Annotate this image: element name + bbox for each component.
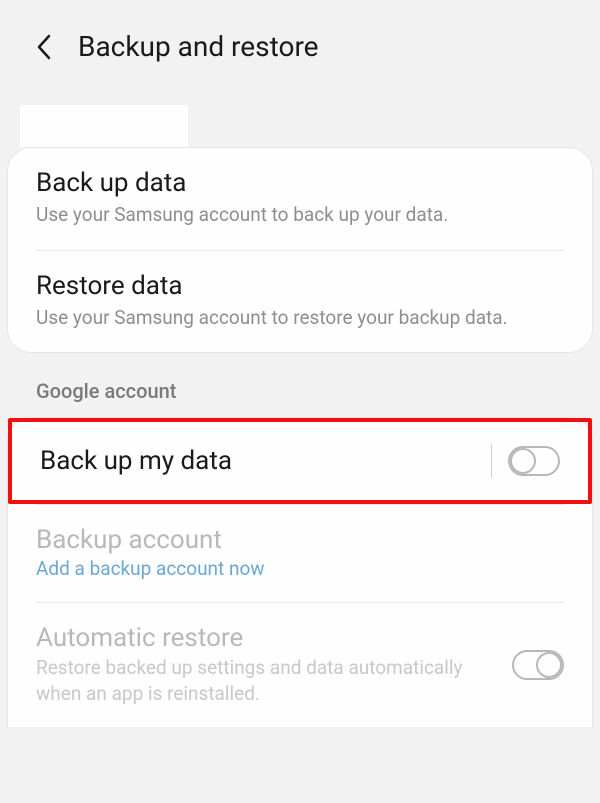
restore-data-title: Restore data	[36, 271, 564, 301]
toggle-container	[491, 444, 560, 478]
add-backup-account-link[interactable]: Add a backup account now	[36, 557, 564, 580]
header-bar: Backup and restore	[0, 0, 600, 93]
backup-data-title: Back up data	[36, 168, 564, 198]
toggle-knob-icon	[536, 652, 562, 678]
automatic-restore-item[interactable]: Automatic restore Restore backed up sett…	[8, 603, 592, 726]
toggle-separator	[491, 444, 492, 478]
toggle-knob-icon	[510, 448, 536, 474]
blank-tab-area	[20, 105, 188, 147]
automatic-restore-title: Automatic restore	[36, 623, 496, 653]
backup-data-subtitle: Use your Samsung account to back up your…	[36, 202, 564, 228]
automatic-restore-toggle[interactable]	[512, 650, 564, 680]
backup-account-title: Backup account	[36, 525, 564, 555]
automatic-restore-subtitle: Restore backed up settings and data auto…	[36, 655, 496, 706]
samsung-account-card: Back up data Use your Samsung account to…	[7, 147, 593, 353]
back-up-my-data-title: Back up my data	[40, 446, 232, 476]
backup-data-item[interactable]: Back up data Use your Samsung account to…	[8, 148, 592, 250]
restore-data-subtitle: Use your Samsung account to restore your…	[36, 305, 564, 331]
restore-data-item[interactable]: Restore data Use your Samsung account to…	[8, 251, 592, 353]
google-account-card: Back up my data Backup account Add a bac…	[7, 417, 593, 726]
back-icon[interactable]	[30, 33, 58, 61]
back-up-my-data-toggle[interactable]	[508, 446, 560, 476]
back-up-my-data-item[interactable]: Back up my data	[8, 418, 592, 504]
google-account-section-label: Google account	[0, 353, 600, 417]
page-title: Backup and restore	[78, 30, 319, 63]
backup-account-item[interactable]: Backup account Add a backup account now	[8, 505, 592, 602]
